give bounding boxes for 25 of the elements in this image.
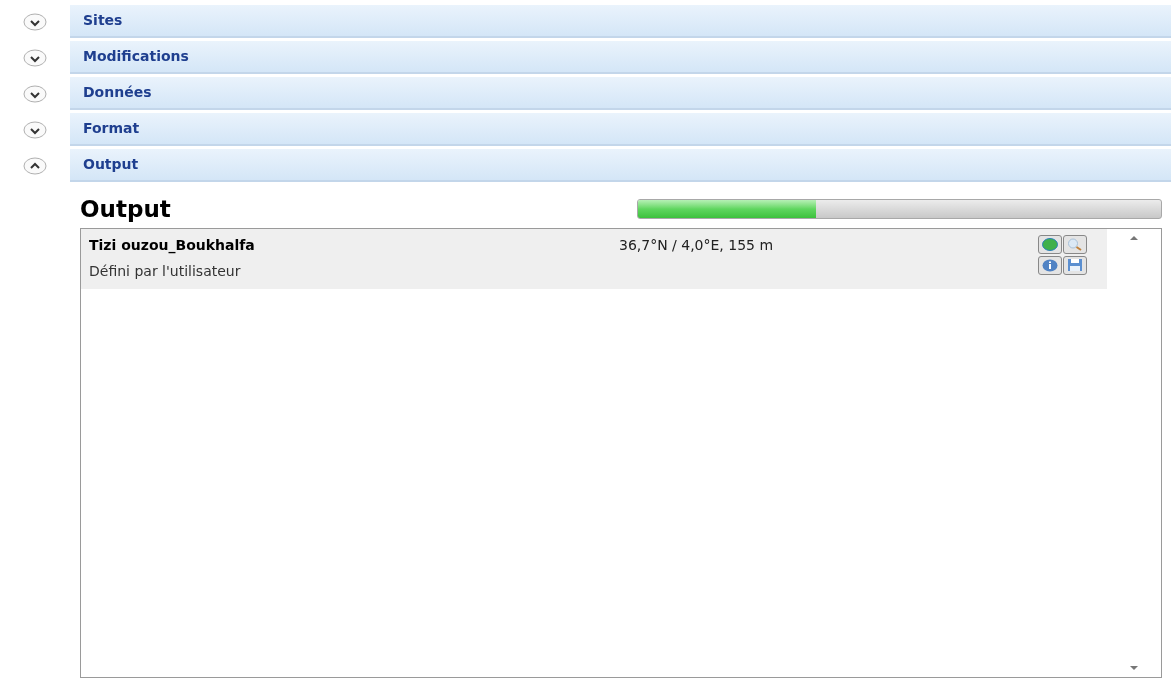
site-source: Défini par l'utilisateur: [89, 262, 242, 281]
output-heading: Output: [80, 194, 171, 224]
site-coordinates: 36,7°N / 4,0°E, 155 m: [619, 236, 774, 255]
scroll-down-icon[interactable]: [1129, 665, 1139, 671]
section-header[interactable]: Sites: [70, 5, 1171, 38]
collapse-icon[interactable]: [22, 154, 48, 177]
expand-icon[interactable]: [22, 10, 48, 33]
scroll-up-icon[interactable]: [1129, 235, 1139, 241]
info-icon: [1042, 258, 1058, 272]
save-icon: [1067, 258, 1083, 272]
globe-button[interactable]: [1038, 235, 1062, 254]
globe-icon: [1042, 238, 1058, 251]
site-row[interactable]: Tizi ouzou_Boukhalfa 36,7°N / 4,0°E, 155 m Défini par l'utilisateur: [81, 229, 1107, 289]
expand-icon[interactable]: [22, 118, 48, 141]
site-name: Tizi ouzou_Boukhalfa: [89, 236, 256, 256]
search-icon: [1067, 238, 1083, 251]
search-button[interactable]: [1063, 235, 1087, 254]
section-header[interactable]: Output: [70, 149, 1171, 182]
section-header[interactable]: Données: [70, 77, 1171, 110]
save-button[interactable]: [1063, 255, 1087, 275]
info-button[interactable]: [1038, 255, 1062, 275]
section-header[interactable]: Format: [70, 113, 1171, 146]
section-header[interactable]: Modifications: [70, 41, 1171, 74]
expand-icon[interactable]: [22, 82, 48, 105]
expand-icon[interactable]: [22, 46, 48, 69]
